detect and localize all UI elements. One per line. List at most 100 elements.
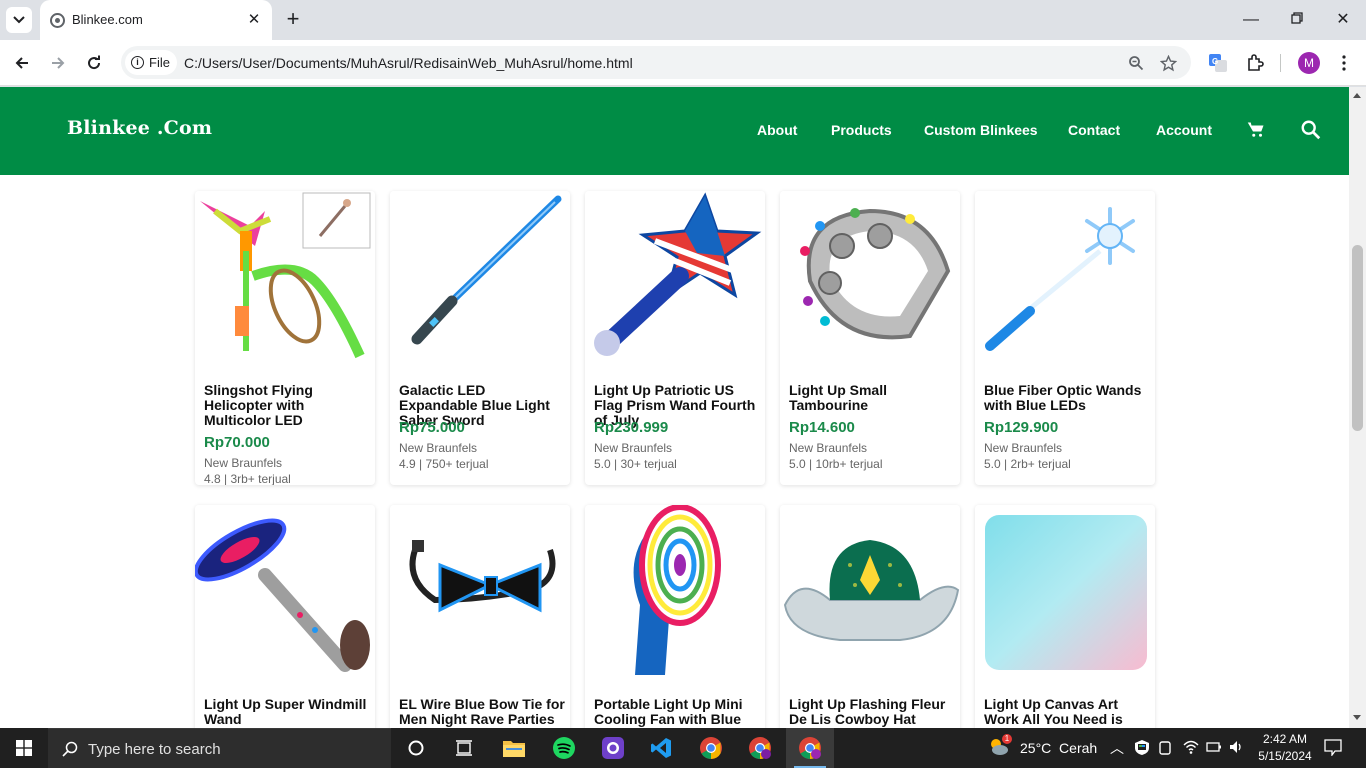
nav-contact[interactable]: Contact [1068, 122, 1120, 138]
weather-text[interactable]: 25°C Cerah [1020, 740, 1097, 756]
clock-date[interactable]: 5/15/2024 [1254, 749, 1316, 763]
product-name[interactable]: Light Up Flashing Fleur De Lis Cowboy Ha… [789, 697, 955, 727]
product-image[interactable] [585, 505, 765, 685]
chrome-icon [700, 737, 722, 759]
scroll-thumb[interactable] [1352, 245, 1363, 431]
product-card[interactable]: Light Up Flashing Fleur De Lis Cowboy Ha… [780, 505, 960, 728]
file-explorer-button[interactable] [490, 728, 538, 768]
weather-icon[interactable]: 1 [988, 734, 1012, 758]
product-image[interactable] [195, 191, 375, 371]
product-price: Rp70.000 [204, 434, 270, 451]
translate-button[interactable]: G [1206, 51, 1230, 75]
device-icon[interactable] [1158, 740, 1172, 761]
address-bar[interactable]: i File C:/Users/User/Documents/MuhAsrul/… [121, 46, 1191, 79]
product-card[interactable]: Light Up Small Tambourine Rp14.600 New B… [780, 191, 960, 485]
chrome-button[interactable] [687, 728, 735, 768]
menu-button[interactable] [1332, 51, 1356, 75]
restore-icon [1291, 12, 1303, 24]
product-image[interactable] [390, 505, 570, 685]
product-image[interactable] [195, 505, 375, 685]
chevron-up-icon[interactable]: ︿ [1110, 738, 1124, 758]
nav-account[interactable]: Account [1156, 122, 1212, 138]
product-name[interactable]: Light Up Small Tambourine [789, 383, 955, 413]
product-rating: 4.9 | 750+ terjual [399, 457, 489, 471]
more-vert-icon [1342, 55, 1346, 71]
nav-products[interactable]: Products [831, 122, 892, 138]
browser-tab[interactable]: Blinkee.com ✕ [40, 0, 272, 40]
product-image[interactable] [975, 505, 1155, 685]
cart-icon[interactable] [1244, 118, 1268, 142]
product-name[interactable]: Blue Fiber Optic Wands with Blue LEDs [984, 383, 1150, 413]
back-button[interactable] [10, 51, 34, 75]
nav-custom-blinkees[interactable]: Custom Blinkees [924, 122, 1038, 138]
task-view-button[interactable] [440, 728, 488, 768]
site-info-chip[interactable]: i File [125, 50, 177, 75]
product-image[interactable] [975, 191, 1155, 371]
product-name[interactable]: Light Up Super Windmill Wand [204, 697, 370, 727]
product-card[interactable]: Light Up Canvas Art Work All You Need is… [975, 505, 1155, 728]
svg-text:G: G [1212, 57, 1218, 66]
product-name[interactable]: Slingshot Flying Helicopter with Multico… [204, 383, 370, 428]
bookmark-star-icon[interactable] [1159, 54, 1177, 72]
product-card[interactable]: Galactic LED Expandable Blue Light Saber… [390, 191, 570, 485]
product-card[interactable]: Portable Light Up Mini Cooling Fan with … [585, 505, 765, 728]
cortana-button[interactable] [392, 728, 440, 768]
tab-search-button[interactable] [6, 7, 32, 33]
extensions-button[interactable] [1243, 51, 1267, 75]
product-name[interactable]: Light Up Canvas Art Work All You Need is… [984, 697, 1150, 729]
toolbar-divider [1280, 54, 1281, 72]
product-name[interactable]: Portable Light Up Mini Cooling Fan with … [594, 697, 760, 729]
product-image[interactable] [585, 191, 765, 371]
product-image[interactable] [780, 505, 960, 685]
product-card[interactable]: Light Up Super Windmill Wand [195, 505, 375, 728]
cortana-icon [408, 740, 424, 756]
product-price: Rp14.600 [789, 419, 855, 436]
product-rating: 5.0 | 2rb+ terjual [984, 457, 1071, 471]
nav-about[interactable]: About [757, 122, 797, 138]
wifi-icon[interactable] [1183, 739, 1199, 760]
site-logo[interactable]: Blinkee .Com [67, 117, 212, 139]
url-text[interactable]: C:/Users/User/Documents/MuhAsrul/Redisai… [184, 55, 633, 71]
product-image[interactable] [780, 191, 960, 371]
product-location: New Braunfels [594, 441, 673, 455]
product-card[interactable]: Light Up Patriotic US Flag Prism Wand Fo… [585, 191, 765, 485]
product-location: New Braunfels [204, 456, 283, 470]
chrome-active-button[interactable] [786, 728, 834, 768]
close-window-button[interactable]: ✕ [1320, 8, 1366, 32]
taskbar-search-box[interactable]: Type here to search [48, 728, 391, 768]
forward-button[interactable] [46, 51, 70, 75]
start-button[interactable] [0, 728, 48, 768]
scroll-up-arrow[interactable] [1353, 93, 1361, 98]
volume-icon[interactable] [1228, 739, 1244, 760]
product-name[interactable]: EL Wire Blue Bow Tie for Men Night Rave … [399, 697, 565, 727]
product-price: Rp75.000 [399, 419, 465, 436]
browser-toolbar: i File C:/Users/User/Documents/MuhAsrul/… [0, 40, 1366, 86]
product-card[interactable]: Slingshot Flying Helicopter with Multico… [195, 191, 375, 485]
product-image[interactable] [390, 191, 570, 371]
puzzle-icon [1248, 54, 1264, 71]
reload-button[interactable] [82, 51, 106, 75]
folder-icon [503, 741, 525, 757]
scroll-down-arrow[interactable] [1353, 715, 1361, 720]
spotify-button[interactable] [540, 728, 588, 768]
security-shield-icon[interactable] [1134, 739, 1150, 761]
product-rating: 4.8 | 3rb+ terjual [204, 472, 291, 485]
page-scrollbar[interactable] [1349, 87, 1366, 728]
zoom-icon[interactable] [1127, 54, 1145, 72]
vscode-button[interactable] [637, 728, 685, 768]
product-card[interactable]: EL Wire Blue Bow Tie for Men Night Rave … [390, 505, 570, 728]
github-desktop-button[interactable] [589, 728, 637, 768]
chrome-icon [749, 737, 771, 759]
product-rating: 5.0 | 10rb+ terjual [789, 457, 883, 471]
profile-avatar[interactable]: M [1298, 52, 1320, 74]
clock-time[interactable]: 2:42 AM [1258, 732, 1312, 746]
new-tab-button[interactable]: + [282, 8, 304, 31]
minimize-button[interactable]: — [1228, 8, 1274, 32]
product-card[interactable]: Blue Fiber Optic Wands with Blue LEDs Rp… [975, 191, 1155, 485]
notification-icon[interactable] [1324, 739, 1342, 761]
battery-icon[interactable] [1206, 740, 1222, 759]
search-icon[interactable] [1299, 118, 1323, 142]
close-tab-icon[interactable]: ✕ [244, 10, 264, 30]
chrome-profile-button[interactable] [736, 728, 784, 768]
restore-button[interactable] [1274, 8, 1320, 32]
